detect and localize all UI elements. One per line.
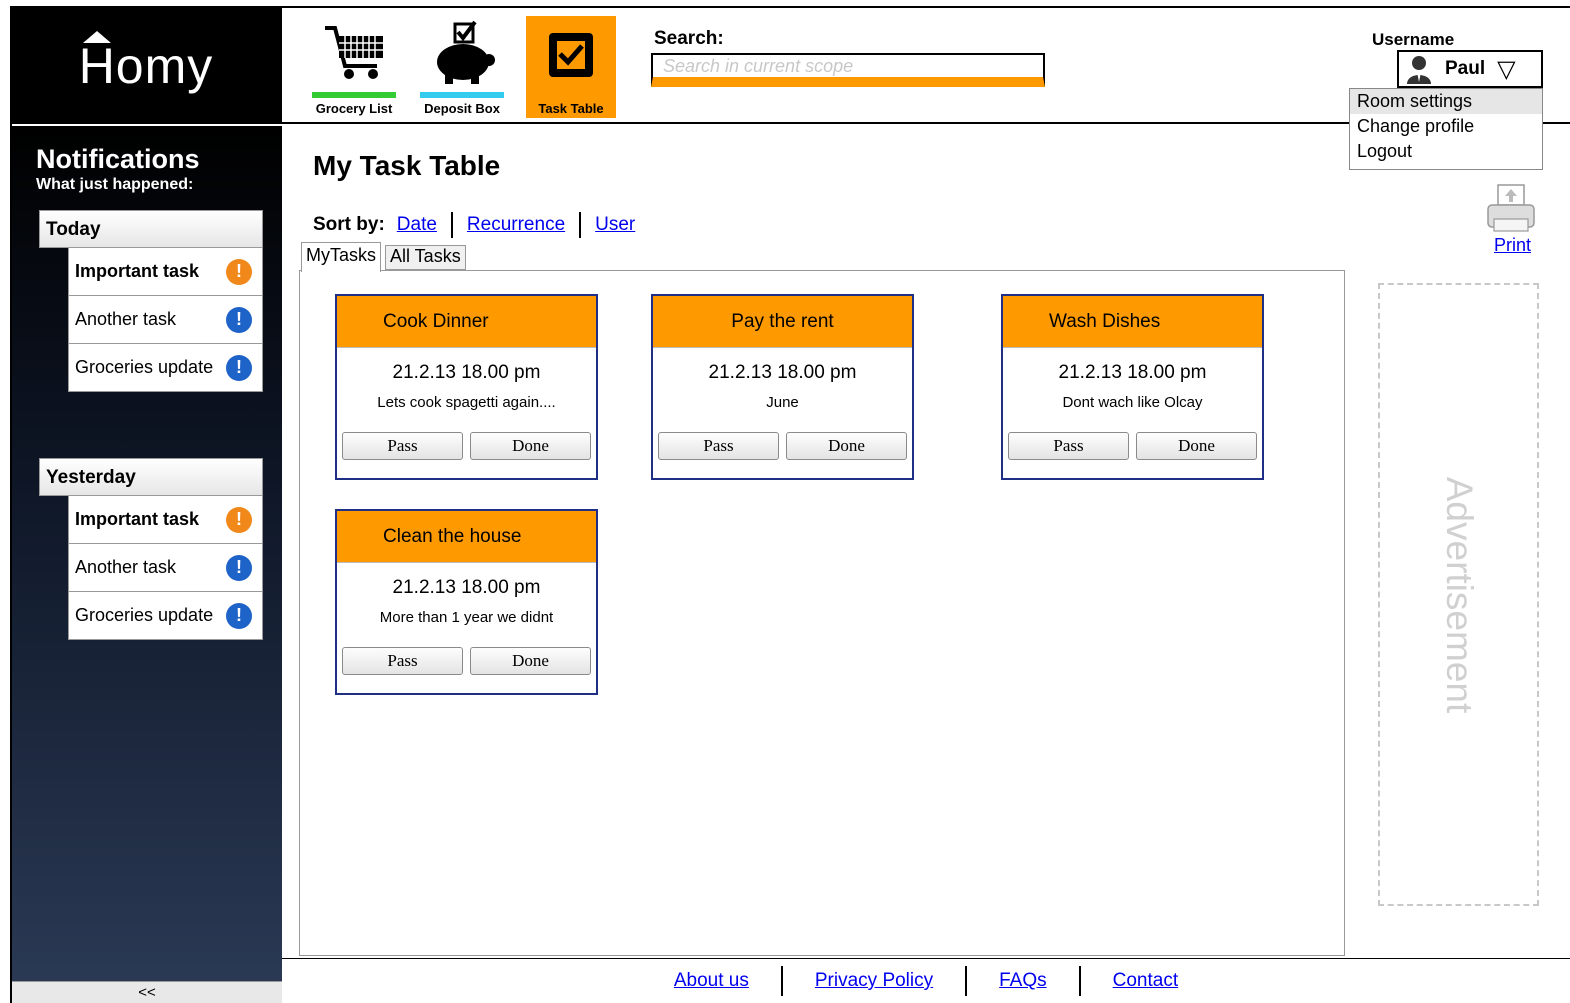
task-note: June bbox=[766, 394, 799, 411]
chevron-down-icon: ▽ bbox=[1497, 55, 1516, 83]
pass-button[interactable]: Pass bbox=[342, 647, 463, 675]
sidebar-collapse-button[interactable]: << bbox=[12, 981, 282, 1003]
exclamation-icon: ! bbox=[226, 506, 252, 533]
footer-link-about-us[interactable]: About us bbox=[674, 970, 749, 992]
notification-group-yesterday: Yesterday Important task ! Another task … bbox=[39, 458, 263, 640]
task-card: Pay the rent 21.2.13 18.00 pm June Pass … bbox=[651, 294, 914, 480]
divider bbox=[1078, 966, 1081, 996]
nav-label: Deposit Box bbox=[424, 101, 500, 116]
task-date: 21.2.13 18.00 pm bbox=[392, 362, 541, 383]
exclamation-icon: ! bbox=[226, 354, 252, 381]
shopping-cart-icon bbox=[325, 26, 383, 79]
menu-item-change-profile[interactable]: Change profile bbox=[1350, 114, 1542, 139]
sort-by-date[interactable]: Date bbox=[397, 214, 437, 236]
task-date: 21.2.13 18.00 pm bbox=[1058, 362, 1207, 383]
task-date: 21.2.13 18.00 pm bbox=[708, 362, 857, 383]
piggy-bank-icon bbox=[437, 20, 495, 84]
logo[interactable]: Homy bbox=[10, 8, 282, 124]
notification-item[interactable]: Important task ! bbox=[68, 248, 263, 296]
task-title: Wash Dishes bbox=[1003, 296, 1262, 348]
page-title: My Task Table bbox=[313, 150, 501, 181]
exclamation-icon: ! bbox=[226, 554, 252, 581]
task-date: 21.2.13 18.00 pm bbox=[392, 577, 541, 598]
grocery-color-bar bbox=[312, 92, 396, 98]
footer: About us Privacy Policy FAQs Contact bbox=[282, 966, 1570, 996]
exclamation-icon: ! bbox=[226, 306, 252, 333]
user-menu: Room settings Change profile Logout bbox=[1349, 88, 1543, 170]
sort-by-recurrence[interactable]: Recurrence bbox=[467, 214, 565, 236]
user-dropdown[interactable]: Paul ▽ bbox=[1397, 50, 1543, 88]
sidebar-title: Notifications bbox=[36, 144, 200, 174]
footer-link-privacy-policy[interactable]: Privacy Policy bbox=[815, 970, 933, 992]
nav-label: Grocery List bbox=[315, 101, 393, 116]
sort-bar: Sort by: Date Recurrence User bbox=[313, 212, 635, 238]
group-header: Today bbox=[39, 210, 263, 248]
task-card: Clean the house 21.2.13 18.00 pm More th… bbox=[335, 509, 598, 695]
tab-all-tasks[interactable]: All Tasks bbox=[385, 245, 466, 270]
notification-label: Important task bbox=[75, 509, 200, 529]
search-input[interactable] bbox=[651, 53, 1045, 87]
sort-by-user[interactable]: User bbox=[595, 214, 635, 236]
notification-label: Important task bbox=[75, 261, 200, 281]
divider bbox=[965, 966, 968, 996]
task-checkbox-icon bbox=[549, 33, 593, 77]
done-button[interactable]: Done bbox=[1136, 432, 1257, 460]
pass-button[interactable]: Pass bbox=[1008, 432, 1129, 460]
notification-item[interactable]: Groceries update ! bbox=[68, 592, 263, 640]
notifications-sidebar: Notifications What just happened: Today … bbox=[12, 126, 282, 1003]
notification-label: Groceries update bbox=[75, 357, 214, 377]
search-label: Search: bbox=[654, 28, 724, 49]
exclamation-icon: ! bbox=[226, 602, 252, 629]
task-title: Clean the house bbox=[337, 511, 596, 563]
printer-icon[interactable] bbox=[1486, 183, 1536, 235]
task-card: Cook Dinner 21.2.13 18.00 pm Lets cook s… bbox=[335, 294, 598, 480]
task-title: Cook Dinner bbox=[337, 296, 596, 348]
username: Paul bbox=[1445, 58, 1486, 79]
divider bbox=[450, 212, 453, 238]
menu-item-logout[interactable]: Logout bbox=[1350, 139, 1542, 164]
footer-divider bbox=[282, 958, 1570, 959]
exclamation-icon: ! bbox=[226, 258, 252, 285]
task-note: More than 1 year we didnt bbox=[379, 609, 554, 626]
notification-group-today: Today Important task ! Another task ! Gr… bbox=[39, 210, 263, 392]
notification-item[interactable]: Another task ! bbox=[68, 296, 263, 344]
task-note: Lets cook spagetti again.... bbox=[377, 394, 556, 411]
advertisement-box[interactable]: Advertisement bbox=[1378, 283, 1539, 906]
notification-label: Another task bbox=[75, 309, 177, 329]
tab-my-tasks[interactable]: MyTasks bbox=[301, 242, 382, 272]
user-avatar-icon bbox=[1407, 56, 1431, 84]
sidebar-subtitle: What just happened: bbox=[36, 176, 194, 193]
task-card: Wash Dishes 21.2.13 18.00 pm Dont wach l… bbox=[1001, 294, 1264, 480]
notification-item[interactable]: Important task ! bbox=[68, 496, 263, 544]
done-button[interactable]: Done bbox=[786, 432, 907, 460]
task-title: Pay the rent bbox=[653, 296, 912, 348]
nav-grocery-list[interactable]: Grocery List bbox=[308, 14, 400, 118]
nav-deposit-box[interactable]: Deposit Box bbox=[416, 14, 508, 118]
logo-text: Homy bbox=[79, 31, 214, 95]
footer-link-faqs[interactable]: FAQs bbox=[999, 970, 1047, 992]
notification-item[interactable]: Another task ! bbox=[68, 544, 263, 592]
footer-link-contact[interactable]: Contact bbox=[1113, 970, 1178, 992]
notification-label: Groceries update bbox=[75, 605, 214, 625]
notification-item[interactable]: Groceries update ! bbox=[68, 344, 263, 392]
print-link[interactable]: Print bbox=[1494, 235, 1531, 256]
sort-label: Sort by: bbox=[313, 214, 385, 235]
house-roof-icon bbox=[82, 31, 111, 43]
pass-button[interactable]: Pass bbox=[658, 432, 779, 460]
username-label: Username bbox=[1372, 30, 1455, 49]
pass-button[interactable]: Pass bbox=[342, 432, 463, 460]
group-header: Yesterday bbox=[39, 458, 263, 496]
nav-task-table[interactable]: Task Table bbox=[526, 16, 616, 118]
task-panel: Cook Dinner 21.2.13 18.00 pm Lets cook s… bbox=[299, 270, 1345, 956]
done-button[interactable]: Done bbox=[470, 432, 591, 460]
nav-label: Task Table bbox=[538, 101, 604, 116]
menu-item-room-settings[interactable]: Room settings bbox=[1350, 89, 1542, 114]
deposit-color-bar bbox=[420, 92, 504, 98]
done-button[interactable]: Done bbox=[470, 647, 591, 675]
task-note: Dont wach like Olcay bbox=[1062, 394, 1203, 411]
notification-label: Another task bbox=[75, 557, 177, 577]
divider bbox=[780, 966, 783, 996]
advertisement-label: Advertisement bbox=[1438, 476, 1480, 713]
divider bbox=[579, 212, 582, 238]
